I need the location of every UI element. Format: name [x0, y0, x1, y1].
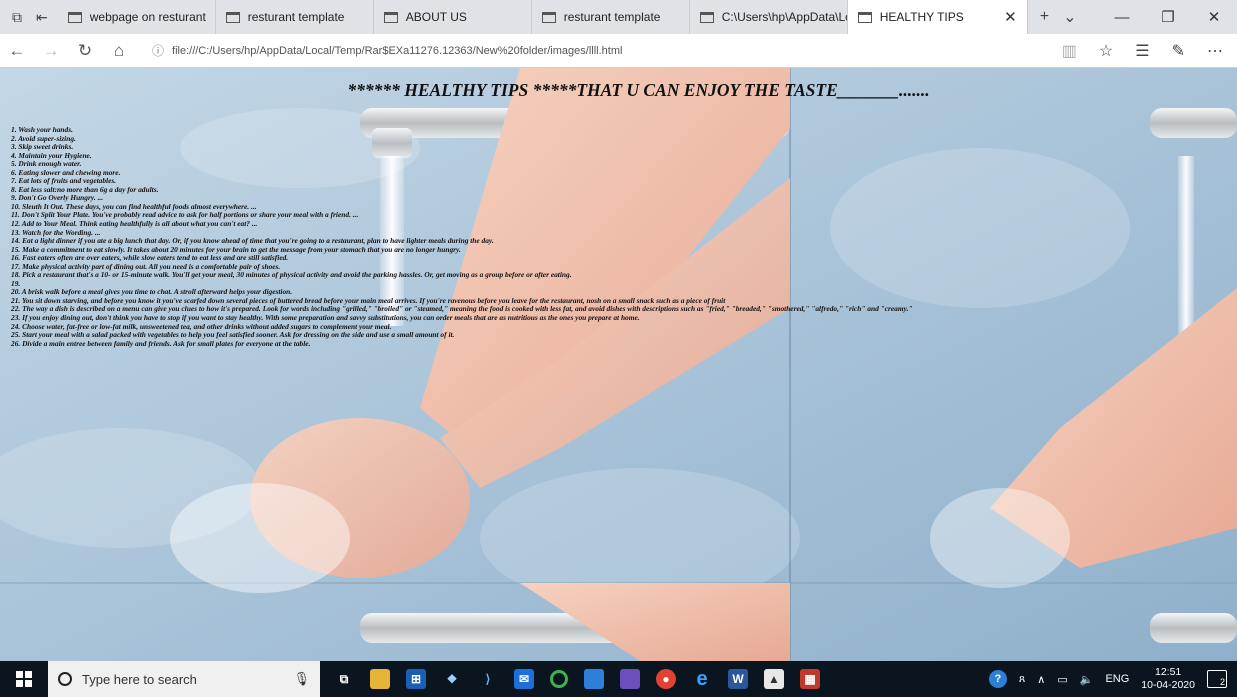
back-icon[interactable]: ← — [0, 41, 34, 61]
chrome-icon[interactable]: ● — [656, 669, 676, 689]
address-bar-actions: ▥ ☆ ☰ ✎ ⋯ — [1062, 41, 1237, 61]
input-language[interactable]: ENG — [1105, 673, 1129, 685]
show-tabs-aside-icon[interactable]: ⇤ — [36, 9, 48, 26]
task-view-icon[interactable]: ⧉ — [334, 669, 354, 689]
tab-label: resturant template — [563, 10, 661, 24]
mail-icon[interactable]: ✉ — [514, 669, 534, 689]
list-item: 8. Eat less salt:no more than 6g a day f… — [11, 184, 159, 194]
search-placeholder: Type here to search — [82, 671, 197, 687]
minimize-icon[interactable]: — — [1099, 9, 1145, 26]
edge-icon[interactable]: e — [692, 668, 712, 690]
list-item: 6. Eating slower and chewing more. — [11, 167, 121, 177]
progress-ring-app-icon[interactable] — [550, 670, 568, 688]
tab-local-folder[interactable]: C:\Users\hp\AppData\Local\ — [690, 0, 848, 34]
battery-icon[interactable]: ▭ — [1057, 673, 1067, 686]
file-explorer-icon[interactable] — [370, 669, 390, 689]
tab-about-us[interactable]: ABOUT US — [374, 0, 532, 34]
list-item: 18. Pick a restaurant that's a 10- or 15… — [11, 270, 572, 280]
list-item: 1. Wash your hands. — [11, 125, 73, 134]
list-item: 12. Add to Your Meal. Think eating healt… — [11, 219, 258, 229]
people-icon[interactable]: ጸ — [1019, 673, 1025, 686]
page-title: ****** HEALTHY TIPS *****THAT U CAN ENJO… — [347, 80, 930, 100]
clock-time: 12:51 — [1155, 666, 1182, 678]
close-window-icon[interactable]: ✕ — [1191, 8, 1237, 26]
tab-webpage-on-resturant[interactable]: webpage on resturant — [58, 0, 216, 34]
tab-resturant-template-1[interactable]: resturant template — [216, 0, 374, 34]
info-icon[interactable]: ⓘ — [152, 42, 164, 59]
tab-label: HEALTHY TIPS — [879, 10, 964, 24]
reading-view-icon[interactable]: ▥ — [1062, 41, 1077, 61]
tab-actions: + ⌄ — [1028, 0, 1077, 34]
media-app-icon[interactable] — [620, 669, 640, 689]
restore-icon[interactable]: ❐ — [1145, 8, 1191, 26]
list-item: 4. Maintain your Hygiene. — [11, 150, 92, 160]
windows-taskbar: Type here to search 🎙 ⧉ ⊞ ❖ ⟩ ✉ ● e W ▲ … — [0, 661, 1237, 697]
pinned-apps: ⧉ ⊞ ❖ ⟩ ✉ ● e W ▲ ▦ — [320, 668, 820, 690]
photos-icon[interactable]: ▲ — [764, 669, 784, 689]
page-icon — [67, 11, 82, 23]
photos-app-icon[interactable] — [584, 669, 604, 689]
help-icon[interactable]: ? — [988, 670, 1007, 688]
windows-logo-icon — [16, 671, 32, 687]
tab-label: C:\Users\hp\AppData\Local\ — [721, 10, 847, 24]
volume-icon[interactable]: 🔈 — [1080, 673, 1094, 686]
tab-label: resturant template — [247, 10, 345, 24]
close-tab-icon[interactable]: ✕ — [1004, 8, 1017, 26]
page-icon — [699, 11, 714, 23]
show-hidden-icons-chevron-icon[interactable]: ∧ — [1037, 673, 1045, 686]
page-icon — [857, 11, 872, 23]
set-aside-tabs-icon[interactable]: ⧉ — [12, 9, 22, 26]
cortana-icon — [58, 672, 72, 686]
visual-studio-code-icon[interactable]: ⟩ — [478, 669, 498, 689]
list-item: 3. Skip sweet drinks. — [11, 142, 74, 152]
page-icon — [225, 11, 240, 23]
microphone-icon[interactable]: 🎙 — [293, 671, 310, 687]
list-item: 26. Divide a main entree between family … — [11, 338, 311, 348]
window-controls: — ❐ ✕ — [1099, 0, 1237, 34]
store-icon[interactable]: ⊞ — [406, 669, 426, 689]
action-center-icon[interactable]: 2 — [1207, 670, 1227, 688]
browser-tab-strip: ⧉ ⇤ webpage on resturant resturant templ… — [0, 0, 1237, 34]
pen-icon[interactable]: ✎ — [1172, 41, 1185, 61]
tab-resturant-template-2[interactable]: resturant template — [532, 0, 690, 34]
clock-date: 10-04-2020 — [1141, 679, 1195, 691]
tab-label: webpage on resturant — [89, 10, 206, 24]
system-tray: ? ጸ ∧ ▭ 🔈 ENG 12:51 10-04-2020 2 — [988, 666, 1237, 692]
refresh-icon[interactable]: ↻ — [68, 41, 102, 61]
tab-strip-leading-actions: ⧉ ⇤ — [0, 0, 58, 34]
address-bar: ← → ↻ ⌂ ⓘ file:///C:/Users/hp/AppData/Lo… — [0, 34, 1237, 68]
url-field[interactable]: ⓘ file:///C:/Users/hp/AppData/Local/Temp… — [146, 38, 1041, 64]
notification-count: 2 — [1219, 677, 1225, 687]
word-icon[interactable]: W — [728, 669, 748, 689]
tab-healthy-tips[interactable]: HEALTHY TIPS ✕ — [847, 0, 1028, 34]
favorite-star-icon[interactable]: ☆ — [1099, 41, 1113, 61]
favorites-hub-icon[interactable]: ☰ — [1135, 41, 1149, 61]
clock[interactable]: 12:51 10-04-2020 — [1141, 666, 1195, 692]
start-button[interactable] — [0, 661, 48, 697]
home-icon[interactable]: ⌂ — [102, 41, 136, 61]
taskbar-search-box[interactable]: Type here to search 🎙 — [48, 661, 320, 697]
page-icon — [541, 11, 556, 23]
tab-label: ABOUT US — [405, 10, 467, 24]
dropbox-icon[interactable]: ❖ — [442, 669, 462, 689]
winrar-icon[interactable]: ▦ — [800, 669, 820, 689]
list-item: 5. Drink enough water. — [11, 159, 82, 169]
list-item: 2. Avoid super-sizing. — [11, 133, 76, 143]
web-page-viewport: ****** HEALTHY TIPS *****THAT U CAN ENJO… — [0, 68, 1237, 661]
page-icon — [383, 11, 398, 23]
healthy-tips-list: 1. Wash your hands. 2. Avoid super-sizin… — [11, 125, 913, 348]
more-icon[interactable]: ⋯ — [1207, 41, 1223, 61]
url-text: file:///C:/Users/hp/AppData/Local/Temp/R… — [172, 44, 623, 57]
tab-preview-chevron-icon[interactable]: ⌄ — [1063, 7, 1076, 27]
forward-icon[interactable]: → — [34, 41, 68, 61]
new-tab-icon[interactable]: + — [1040, 8, 1049, 26]
